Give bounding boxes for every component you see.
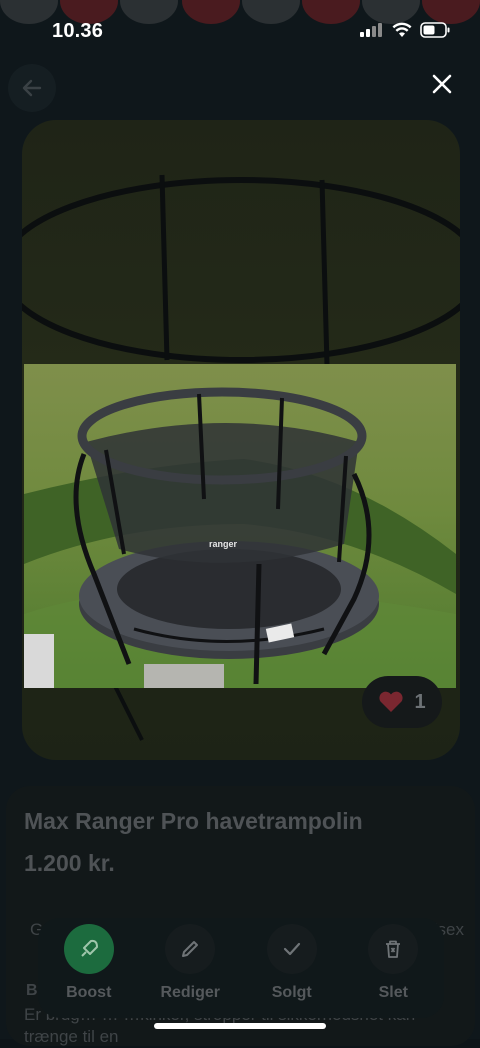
pencil-icon bbox=[182, 941, 199, 957]
listing-action-bar: Boost Rediger Solgt Slet bbox=[38, 918, 444, 1018]
status-bar: 10.36 bbox=[0, 0, 480, 60]
wifi-icon bbox=[392, 22, 412, 37]
home-indicator[interactable] bbox=[154, 1023, 326, 1029]
cellular-signal-icon bbox=[360, 23, 382, 37]
heart-icon bbox=[379, 691, 403, 712]
battery-icon bbox=[420, 22, 450, 38]
listing-title: Max Ranger Pro havetrampolin bbox=[24, 808, 363, 834]
close-button[interactable] bbox=[424, 66, 460, 102]
like-counter[interactable]: 1 bbox=[362, 676, 442, 728]
arrow-left-icon bbox=[22, 79, 42, 97]
back-button[interactable] bbox=[8, 64, 56, 112]
edit-label: Rediger bbox=[160, 984, 221, 1001]
check-icon bbox=[283, 942, 300, 956]
sold-button[interactable]: Solgt bbox=[247, 924, 337, 1002]
trash-icon bbox=[386, 940, 401, 958]
delete-label: Slet bbox=[378, 984, 408, 1001]
delete-button[interactable]: Slet bbox=[348, 924, 438, 1002]
photo-brand-text: ranger bbox=[209, 539, 238, 549]
listing-photo[interactable]: ranger bbox=[24, 364, 456, 688]
status-time: 10.36 bbox=[52, 20, 104, 42]
listing-price: 1.200 kr. bbox=[24, 850, 115, 876]
boost-label: Boost bbox=[66, 984, 112, 1001]
close-icon bbox=[432, 74, 452, 94]
description-heading: B bbox=[26, 982, 38, 999]
boost-button[interactable]: Boost bbox=[44, 924, 134, 1002]
edit-button[interactable]: Rediger bbox=[145, 924, 235, 1002]
sold-label: Solgt bbox=[271, 984, 312, 1001]
rocket-icon bbox=[81, 939, 98, 957]
like-count: 1 bbox=[414, 690, 426, 713]
